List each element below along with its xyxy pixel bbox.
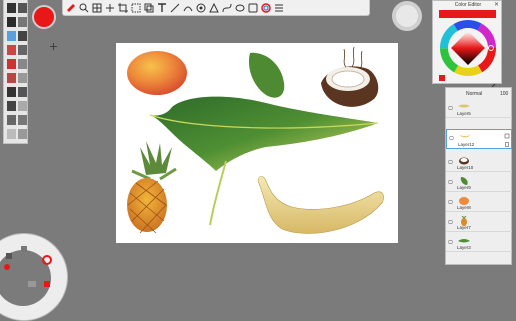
ellipse-icon[interactable] xyxy=(234,2,245,13)
brush-blur-icon[interactable] xyxy=(18,73,27,83)
layer-thumbnail xyxy=(459,135,471,138)
brush-ink-icon[interactable] xyxy=(18,45,27,55)
eyedropper-icon[interactable] xyxy=(491,75,497,88)
eye-icon[interactable] xyxy=(448,180,453,184)
layer-copy-icon[interactable] xyxy=(143,2,154,13)
current-color-swatch xyxy=(439,10,496,18)
color-wheel-icon[interactable] xyxy=(42,255,52,265)
layer-name: Layer10 xyxy=(457,165,474,170)
brush-chalk-icon[interactable] xyxy=(7,87,16,97)
brush-marker-icon[interactable] xyxy=(18,3,27,13)
main-toolbar xyxy=(62,0,370,16)
list-icon[interactable] xyxy=(273,2,284,13)
eye-icon[interactable] xyxy=(448,106,453,110)
layer-name: Layer9 xyxy=(457,185,471,190)
brush-brush-icon[interactable] xyxy=(7,73,16,83)
layer-name: Layer8 xyxy=(457,205,471,210)
brush-texture-icon[interactable] xyxy=(7,115,16,125)
grid-icon[interactable] xyxy=(91,2,102,13)
layer-name: Layer7 xyxy=(457,225,471,230)
eye-icon[interactable] xyxy=(449,136,454,140)
transform-icon[interactable] xyxy=(104,2,115,13)
crosshair-icon xyxy=(50,43,57,50)
brush-opacity-icon[interactable] xyxy=(18,129,27,139)
banana-image xyxy=(257,176,384,234)
brush-red-icon[interactable] xyxy=(7,45,16,55)
curve-icon[interactable] xyxy=(221,2,232,13)
layer-name: Layer5 xyxy=(457,111,471,116)
undo-icon[interactable] xyxy=(6,253,12,259)
layer-row[interactable]: Layer5 xyxy=(446,100,512,118)
perspective-icon[interactable] xyxy=(208,2,219,13)
layer-row[interactable]: Layer3 xyxy=(446,234,512,252)
eye-icon[interactable] xyxy=(448,220,453,224)
brush-spray-icon[interactable] xyxy=(18,87,27,97)
layer-row[interactable]: Layer9 xyxy=(446,174,512,192)
ruler-icon[interactable] xyxy=(169,2,180,13)
selection-icon[interactable] xyxy=(130,2,141,13)
layer-row-selected[interactable]: Layer12 xyxy=(446,129,512,149)
brush-smudge-icon[interactable] xyxy=(18,59,27,69)
layer-menu-icon[interactable] xyxy=(504,133,510,139)
layer-blend-row: Normal 100 xyxy=(448,90,510,98)
color-editor-panel[interactable]: Color Editor ✕ xyxy=(432,0,502,88)
layer-opacity-value[interactable]: 100 xyxy=(500,91,508,97)
zoom-icon[interactable] xyxy=(78,2,89,13)
close-icon[interactable]: ✕ xyxy=(494,1,499,8)
color-wheel-icon[interactable] xyxy=(260,2,271,13)
stroke-icon[interactable] xyxy=(182,2,193,13)
layer-icon[interactable] xyxy=(21,246,27,252)
trash-icon[interactable] xyxy=(504,141,510,147)
layer-name: Layer12 xyxy=(458,142,475,147)
brush-airbrush-icon[interactable] xyxy=(18,17,27,27)
brush-paint-icon[interactable] xyxy=(18,31,27,41)
text-icon[interactable] xyxy=(156,2,167,13)
redo-icon[interactable] xyxy=(44,281,50,287)
brush-pen-icon[interactable] xyxy=(7,17,16,27)
flipbook-icon[interactable] xyxy=(247,2,258,13)
layer-row[interactable]: Layer7 xyxy=(446,214,512,232)
color-editor-title: Color Editor xyxy=(454,2,482,8)
crop-icon[interactable] xyxy=(117,2,128,13)
brush-icon[interactable] xyxy=(65,2,76,13)
brush-puck-icon[interactable] xyxy=(4,264,10,270)
canvas-artwork xyxy=(127,46,384,234)
avocado-image xyxy=(248,52,285,98)
drawing-canvas[interactable] xyxy=(116,43,398,243)
layer-name: Layer3 xyxy=(457,245,471,250)
eye-icon[interactable] xyxy=(448,240,453,244)
color-swatch-recent[interactable] xyxy=(439,75,445,81)
layer-editor-panel[interactable]: Normal 100 Layer5 Layer12 Layer10 Layer9… xyxy=(445,87,512,265)
brush-soft-icon[interactable] xyxy=(18,115,27,125)
brush-library-panel[interactable] xyxy=(3,0,28,144)
layer-row[interactable]: Layer10 xyxy=(446,154,512,172)
brush-crayon-icon[interactable] xyxy=(7,59,16,69)
eye-icon[interactable] xyxy=(448,160,453,164)
navigation-puck[interactable] xyxy=(392,1,422,31)
color-wheel[interactable] xyxy=(440,20,496,76)
eye-icon[interactable] xyxy=(448,200,453,204)
brush-pencil-icon[interactable] xyxy=(7,3,16,13)
brush-fill-icon[interactable] xyxy=(18,101,27,111)
pineapple-image xyxy=(127,141,177,234)
symmetry-icon[interactable] xyxy=(195,2,206,13)
brush-size-icon[interactable] xyxy=(7,129,16,139)
coconut-image xyxy=(321,46,379,107)
current-color-puck[interactable] xyxy=(32,5,56,29)
brush-selected-icon[interactable] xyxy=(7,31,16,41)
mango-image xyxy=(127,51,187,95)
layer-row[interactable]: Layer8 xyxy=(446,194,512,212)
blend-mode-select[interactable]: Normal xyxy=(466,91,482,97)
brush-eraser-icon[interactable] xyxy=(7,101,16,111)
menu-icon[interactable] xyxy=(28,281,36,287)
